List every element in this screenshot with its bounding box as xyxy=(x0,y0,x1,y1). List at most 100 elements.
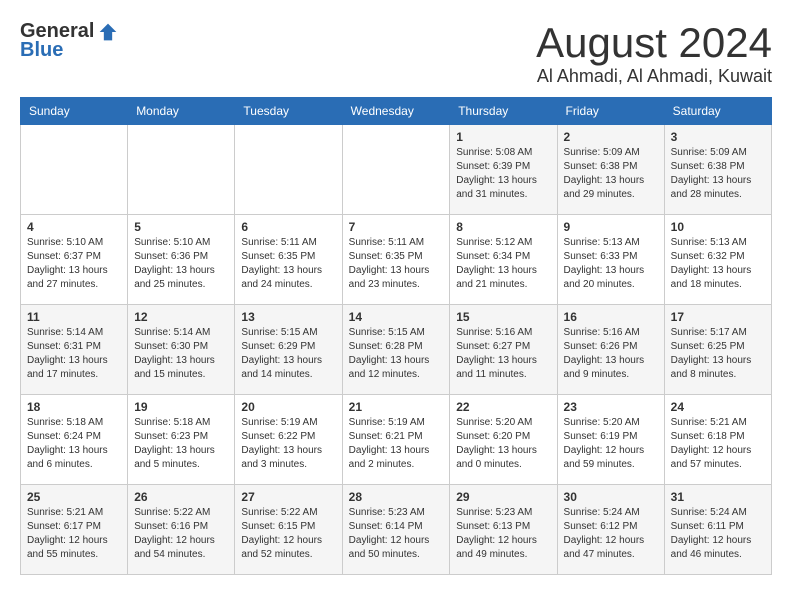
day-info: Sunrise: 5:16 AMSunset: 6:27 PMDaylight:… xyxy=(456,326,550,382)
calendar-cell: 1 Sunrise: 5:08 AMSunset: 6:39 PMDaylight… xyxy=(450,125,557,215)
day-number: 27 xyxy=(241,490,335,504)
day-number: 20 xyxy=(241,400,335,414)
day-info: Sunrise: 5:14 AMSunset: 6:31 PMDaylight:… xyxy=(27,326,121,382)
day-number: 24 xyxy=(671,400,765,414)
day-number: 14 xyxy=(349,310,444,324)
day-number: 26 xyxy=(134,490,228,504)
calendar-cell: 11 Sunrise: 5:14 AMSunset: 6:31 PMDayligh… xyxy=(21,305,128,395)
calendar-cell: 3Sunrise: 5:09 AMSunset: 6:38 PMDaylight… xyxy=(664,125,771,215)
calendar-cell: 19 Sunrise: 5:18 AMSunset: 6:23 PMDayligh… xyxy=(128,395,235,485)
day-number: 23 xyxy=(564,400,658,414)
calendar-cell: 6 Sunrise: 5:11 AMSunset: 6:35 PMDaylight… xyxy=(235,215,342,305)
day-number: 16 xyxy=(564,310,658,324)
day-number: 15 xyxy=(456,310,550,324)
calendar-cell: 28 Sunrise: 5:23 AMSunset: 6:14 PMDayligh… xyxy=(342,485,450,575)
day-info: Sunrise: 5:21 AMSunset: 6:17 PMDaylight:… xyxy=(27,506,121,562)
location-title: Al Ahmadi, Al Ahmadi, Kuwait xyxy=(536,66,772,87)
day-info: Sunrise: 5:18 AMSunset: 6:24 PMDaylight:… xyxy=(27,416,121,472)
day-header-monday: Monday xyxy=(128,98,235,125)
day-number: 28 xyxy=(349,490,444,504)
day-number: 5 xyxy=(134,220,228,234)
calendar-week-row: 4Sunrise: 5:10 AMSunset: 6:37 PMDaylight… xyxy=(21,215,772,305)
day-number: 29 xyxy=(456,490,550,504)
calendar-cell: 21 Sunrise: 5:19 AMSunset: 6:21 PMDayligh… xyxy=(342,395,450,485)
calendar-cell: 13 Sunrise: 5:15 AMSunset: 6:29 PMDayligh… xyxy=(235,305,342,395)
calendar-cell: 9 Sunrise: 5:13 AMSunset: 6:33 PMDaylight… xyxy=(557,215,664,305)
calendar-cell: 7 Sunrise: 5:11 AMSunset: 6:35 PMDaylight… xyxy=(342,215,450,305)
calendar-cell: 24Sunrise: 5:21 AMSunset: 6:18 PMDayligh… xyxy=(664,395,771,485)
calendar-cell: 5 Sunrise: 5:10 AMSunset: 6:36 PMDaylight… xyxy=(128,215,235,305)
day-info: Sunrise: 5:24 AMSunset: 6:11 PMDaylight:… xyxy=(671,506,765,562)
calendar-cell: 26 Sunrise: 5:22 AMSunset: 6:16 PMDayligh… xyxy=(128,485,235,575)
title-section: August 2024 Al Ahmadi, Al Ahmadi, Kuwait xyxy=(536,20,772,87)
day-number: 19 xyxy=(134,400,228,414)
day-info: Sunrise: 5:22 AMSunset: 6:16 PMDaylight:… xyxy=(134,506,228,562)
day-number: 7 xyxy=(349,220,444,234)
day-number: 21 xyxy=(349,400,444,414)
day-number: 13 xyxy=(241,310,335,324)
calendar-cell xyxy=(342,125,450,215)
day-info: Sunrise: 5:23 AMSunset: 6:13 PMDaylight:… xyxy=(456,506,550,562)
day-info: Sunrise: 5:22 AMSunset: 6:15 PMDaylight:… xyxy=(241,506,335,562)
day-info: Sunrise: 5:13 AMSunset: 6:33 PMDaylight:… xyxy=(564,236,658,292)
day-info: Sunrise: 5:19 AMSunset: 6:22 PMDaylight:… xyxy=(241,416,335,472)
day-info: Sunrise: 5:13 AMSunset: 6:32 PMDaylight:… xyxy=(671,236,765,292)
day-number: 25 xyxy=(27,490,121,504)
day-info: Sunrise: 5:19 AMSunset: 6:21 PMDaylight:… xyxy=(349,416,444,472)
calendar-table: SundayMondayTuesdayWednesdayThursdayFrid… xyxy=(20,97,772,575)
calendar-cell: 31 Sunrise: 5:24 AMSunset: 6:11 PMDayligh… xyxy=(664,485,771,575)
day-header-tuesday: Tuesday xyxy=(235,98,342,125)
day-number: 2 xyxy=(564,130,658,144)
day-number: 10 xyxy=(671,220,765,234)
day-header-wednesday: Wednesday xyxy=(342,98,450,125)
day-number: 31 xyxy=(671,490,765,504)
calendar-week-row: 11 Sunrise: 5:14 AMSunset: 6:31 PMDayligh… xyxy=(21,305,772,395)
day-number: 18 xyxy=(27,400,121,414)
calendar-cell: 15 Sunrise: 5:16 AMSunset: 6:27 PMDayligh… xyxy=(450,305,557,395)
day-info: Sunrise: 5:08 AMSunset: 6:39 PMDaylight:… xyxy=(456,146,550,202)
day-number: 9 xyxy=(564,220,658,234)
calendar-cell: 22Sunrise: 5:20 AMSunset: 6:20 PMDayligh… xyxy=(450,395,557,485)
day-number: 6 xyxy=(241,220,335,234)
day-info: Sunrise: 5:12 AMSunset: 6:34 PMDaylight:… xyxy=(456,236,550,292)
calendar-cell: 8 Sunrise: 5:12 AMSunset: 6:34 PMDaylight… xyxy=(450,215,557,305)
day-number: 1 xyxy=(456,130,550,144)
day-info: Sunrise: 5:15 AMSunset: 6:29 PMDaylight:… xyxy=(241,326,335,382)
calendar-cell xyxy=(128,125,235,215)
month-title: August 2024 xyxy=(536,20,772,66)
day-info: Sunrise: 5:24 AMSunset: 6:12 PMDaylight:… xyxy=(564,506,658,562)
day-header-friday: Friday xyxy=(557,98,664,125)
calendar-cell: 20 Sunrise: 5:19 AMSunset: 6:22 PMDayligh… xyxy=(235,395,342,485)
calendar-cell: 12Sunrise: 5:14 AMSunset: 6:30 PMDayligh… xyxy=(128,305,235,395)
logo: General Blue xyxy=(20,20,118,62)
calendar-cell: 16 Sunrise: 5:16 AMSunset: 6:26 PMDayligh… xyxy=(557,305,664,395)
calendar-cell: 10 Sunrise: 5:13 AMSunset: 6:32 PMDayligh… xyxy=(664,215,771,305)
day-info: Sunrise: 5:15 AMSunset: 6:28 PMDaylight:… xyxy=(349,326,444,382)
day-number: 22 xyxy=(456,400,550,414)
calendar-cell: 29 Sunrise: 5:23 AMSunset: 6:13 PMDayligh… xyxy=(450,485,557,575)
day-info: Sunrise: 5:09 AMSunset: 6:38 PMDaylight:… xyxy=(564,146,658,202)
calendar-cell xyxy=(235,125,342,215)
calendar-cell: 27 Sunrise: 5:22 AMSunset: 6:15 PMDayligh… xyxy=(235,485,342,575)
day-number: 11 xyxy=(27,310,121,324)
day-info: Sunrise: 5:23 AMSunset: 6:14 PMDaylight:… xyxy=(349,506,444,562)
day-number: 30 xyxy=(564,490,658,504)
day-header-thursday: Thursday xyxy=(450,98,557,125)
day-info: Sunrise: 5:11 AMSunset: 6:35 PMDaylight:… xyxy=(349,236,444,292)
header: General Blue August 2024 Al Ahmadi, Al A… xyxy=(20,20,772,87)
day-info: Sunrise: 5:16 AMSunset: 6:26 PMDaylight:… xyxy=(564,326,658,382)
day-info: Sunrise: 5:18 AMSunset: 6:23 PMDaylight:… xyxy=(134,416,228,472)
logo-icon xyxy=(98,22,118,42)
day-info: Sunrise: 5:10 AMSunset: 6:36 PMDaylight:… xyxy=(134,236,228,292)
calendar-cell: 30 Sunrise: 5:24 AMSunset: 6:12 PMDayligh… xyxy=(557,485,664,575)
day-info: Sunrise: 5:11 AMSunset: 6:35 PMDaylight:… xyxy=(241,236,335,292)
day-number: 12 xyxy=(134,310,228,324)
day-number: 8 xyxy=(456,220,550,234)
day-header-saturday: Saturday xyxy=(664,98,771,125)
day-number: 17 xyxy=(671,310,765,324)
day-info: Sunrise: 5:10 AMSunset: 6:37 PMDaylight:… xyxy=(27,236,121,292)
calendar-cell: 4Sunrise: 5:10 AMSunset: 6:37 PMDaylight… xyxy=(21,215,128,305)
calendar-cell xyxy=(21,125,128,215)
calendar-cell: 18 Sunrise: 5:18 AMSunset: 6:24 PMDayligh… xyxy=(21,395,128,485)
calendar-week-row: 25 Sunrise: 5:21 AMSunset: 6:17 PMDayligh… xyxy=(21,485,772,575)
